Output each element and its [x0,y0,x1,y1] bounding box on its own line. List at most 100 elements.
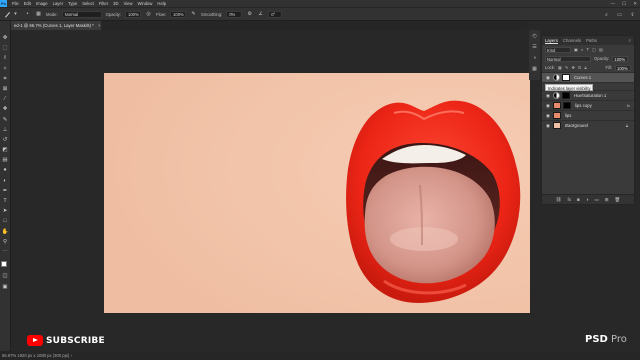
link-icon[interactable]: ⛓ [556,197,562,203]
filter-pixel-icon[interactable]: ▣ [574,47,578,52]
layer-name[interactable]: Curves 1 [574,75,591,80]
gradient-icon[interactable]: ▤ [2,157,9,164]
menu-filter[interactable]: Filter [99,1,108,6]
hand-icon[interactable]: ✋ [2,229,9,236]
menu-window[interactable]: Window [138,1,153,6]
new-layer-icon[interactable]: ⊞ [605,197,609,203]
blend-mode-select[interactable]: Normal [545,55,591,62]
smoothing-settings-icon[interactable]: ⚙ [246,11,253,18]
visibility-eye-icon[interactable]: ◉ [545,93,551,99]
layer-mask-thumbnail[interactable] [562,74,570,81]
tool-preset-picker[interactable]: ▾ [4,10,20,19]
brush-settings-icon[interactable]: ▦ [35,11,42,18]
type-icon[interactable]: T [2,198,9,205]
document-tab[interactable]: ed-1 @ 66.7% (Curves 1, Layer Mask/8) * … [11,21,101,30]
search-icon[interactable]: ⌕ [603,11,610,18]
layer-row-background[interactable]: ◉ Background 🔒︎ [542,120,634,130]
group-icon[interactable]: ▭ [594,197,598,203]
menu-type[interactable]: Type [68,1,77,6]
kind-filter-select[interactable]: Kind [545,46,571,53]
menu-3d[interactable]: 3D [113,1,118,6]
lock-artboard-icon[interactable]: ⊡ [578,65,582,70]
mode-select[interactable]: Normal [61,10,102,18]
filter-shape-icon[interactable]: ▢ [592,47,596,52]
menu-edit[interactable]: Edit [24,1,31,6]
brush-icon[interactable]: ✎ [2,117,9,124]
pressure-opacity-icon[interactable]: ◎ [145,11,152,18]
tab-channels[interactable]: Channels [563,38,581,43]
fx-icon[interactable]: fx [568,197,572,202]
menu-layer[interactable]: Layer [53,1,63,6]
history-panel-icon[interactable]: ◴ [532,33,538,39]
trash-icon[interactable]: 🗑︎ [615,197,621,203]
healing-icon[interactable]: ✚ [2,106,9,113]
opacity-field[interactable]: 100% [125,10,142,18]
visibility-eye-icon[interactable]: ◉ [545,103,551,109]
layer-name[interactable]: Hue/Saturation 1 [574,93,606,98]
share-icon[interactable]: ⇪ [629,11,636,18]
flow-field[interactable]: 100% [170,10,187,18]
menu-select[interactable]: Select [82,1,94,6]
lock-transparent-icon[interactable]: ▦ [558,65,562,70]
angle-field[interactable]: 0° [268,10,283,18]
layer-name[interactable]: Background [565,123,588,128]
layer-opacity-field[interactable]: 100% [612,55,629,62]
fill-field[interactable]: 100% [615,64,631,71]
smoothing-field[interactable]: 0% [226,10,243,18]
filter-adjust-icon[interactable]: ◐ [581,47,584,52]
crop-icon[interactable]: ⌗ [2,76,9,83]
move-icon[interactable]: ✥ [2,35,9,42]
workspace-icon[interactable]: ▭ [616,11,623,18]
lock-position-icon[interactable]: ✥ [572,65,576,70]
lock-pixels-icon[interactable]: ✎ [565,65,569,70]
layer-name[interactable]: lips copy [575,103,592,108]
stamp-icon[interactable]: ⊥ [2,127,9,134]
lock-all-icon[interactable]: 🔒︎ [585,65,587,70]
dodge-icon[interactable]: ◐ [2,178,9,185]
color-swatches[interactable] [0,261,10,271]
marquee-icon[interactable]: ⬚ [2,45,9,52]
menu-file[interactable]: File [12,1,19,6]
eraser-icon[interactable]: ◩ [2,147,9,154]
lasso-icon[interactable]: ℓ [2,55,9,62]
path-select-icon[interactable]: ➤ [2,208,9,215]
layer-row-lips-copy[interactable]: ◉ lips copy fx [542,100,634,110]
history-brush-icon[interactable]: ↺ [2,137,9,144]
blur-icon[interactable]: ● [2,167,9,174]
brush-size-icon[interactable]: • [24,11,31,18]
fx-icon[interactable]: fx [627,103,630,108]
layer-mask-thumbnail[interactable] [562,92,570,99]
filter-smart-icon[interactable]: ▤ [599,47,603,52]
layer-mask-thumbnail[interactable] [563,102,571,109]
swatches-panel-icon[interactable]: ▦ [532,66,538,72]
tab-paths[interactable]: Paths [586,38,597,43]
menu-view[interactable]: View [124,1,133,6]
visibility-eye-icon[interactable]: ◉ [545,113,551,119]
close-tab-icon[interactable]: × [98,23,101,28]
rectangle-icon[interactable]: □ [2,218,9,225]
panel-menu-icon[interactable]: ≡ [629,38,631,43]
quick-select-icon[interactable]: ✧ [2,66,9,73]
document-canvas[interactable] [104,73,530,313]
adjustment-icon[interactable]: ◑ [586,197,589,202]
visibility-eye-icon[interactable]: ◉ [545,123,551,129]
mask-icon[interactable]: ◙ [577,197,580,202]
airbrush-icon[interactable]: ✎ [190,11,197,18]
screen-mode-icon[interactable]: ▣ [2,284,9,291]
eyedropper-icon[interactable]: ⁄ [2,96,9,103]
filter-type-icon[interactable]: T [587,47,590,52]
properties-panel-icon[interactable]: ☰ [532,44,538,50]
menu-help[interactable]: Help [157,1,166,6]
pen-icon[interactable]: ✒ [2,188,9,195]
frame-icon[interactable]: ⊠ [2,86,9,93]
adjustments-panel-icon[interactable]: ◑ [532,55,538,61]
quick-mask-icon[interactable]: ◫ [2,273,9,280]
foreground-color[interactable] [0,261,7,268]
visibility-eye-icon[interactable]: ◉ [545,75,551,81]
menu-image[interactable]: Image [36,1,48,6]
layer-row-lips[interactable]: ◉ lips [542,110,634,120]
layer-name[interactable]: lips [565,113,571,118]
more-tools-icon[interactable]: ⋯ [2,249,9,256]
zoom-icon[interactable]: ⚲ [2,239,9,246]
tab-layers[interactable]: Layers [545,38,558,44]
